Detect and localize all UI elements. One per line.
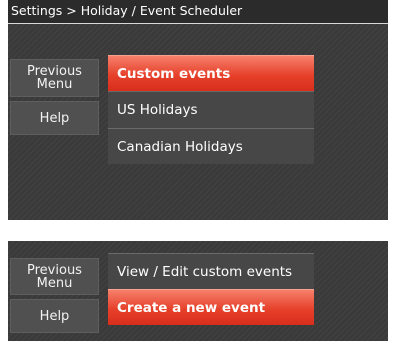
scheduler-screen-top: Settings > Holiday / Event Scheduler Pre… (8, 0, 388, 220)
menu-item-view-edit-custom-events[interactable]: View / Edit custom events (108, 253, 314, 289)
menu-item-custom-events[interactable]: Custom events (108, 55, 314, 91)
scheduler-screen-bottom: Previous Menu Help View / Edit custom ev… (8, 241, 388, 341)
menu-item-create-new-event[interactable]: Create a new event (108, 289, 314, 325)
help-button[interactable]: Help (10, 101, 99, 135)
previous-menu-button[interactable]: Previous Menu (10, 258, 99, 295)
previous-menu-button[interactable]: Previous Menu (10, 59, 99, 97)
breadcrumb: Settings > Holiday / Event Scheduler (8, 0, 388, 24)
menu-item-us-holidays[interactable]: US Holidays (108, 91, 314, 128)
menu-item-canadian-holidays[interactable]: Canadian Holidays (108, 128, 314, 164)
help-button[interactable]: Help (10, 299, 99, 333)
